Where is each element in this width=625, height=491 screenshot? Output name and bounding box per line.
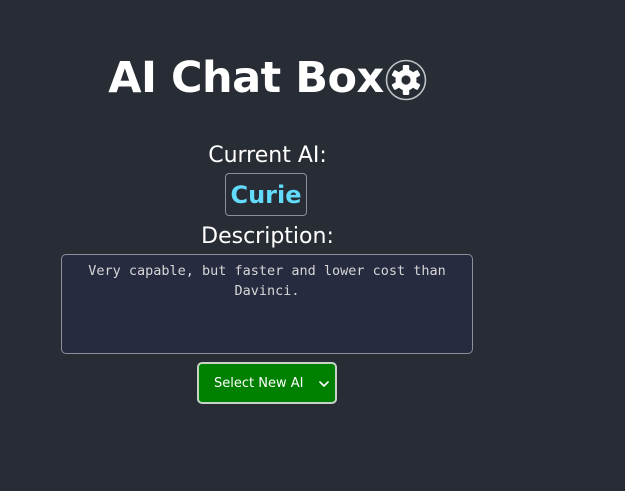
header: AI Chat Box xyxy=(0,52,535,104)
description-textarea[interactable]: Very capable, but faster and lower cost … xyxy=(61,254,473,354)
current-ai-label: Current AI: xyxy=(208,143,327,168)
select-label: Select New AI xyxy=(214,376,304,391)
current-ai-badge: Curie xyxy=(225,173,307,216)
ai-select-dropdown[interactable]: Select New AI xyxy=(197,362,337,404)
select-new-ai-button[interactable]: Select New AI xyxy=(197,362,337,404)
gear-icon[interactable] xyxy=(385,59,427,101)
current-ai-name: Curie xyxy=(230,180,302,209)
description-label: Description: xyxy=(201,224,334,249)
chevron-down-icon xyxy=(318,378,330,388)
page-title: AI Chat Box xyxy=(108,53,384,103)
